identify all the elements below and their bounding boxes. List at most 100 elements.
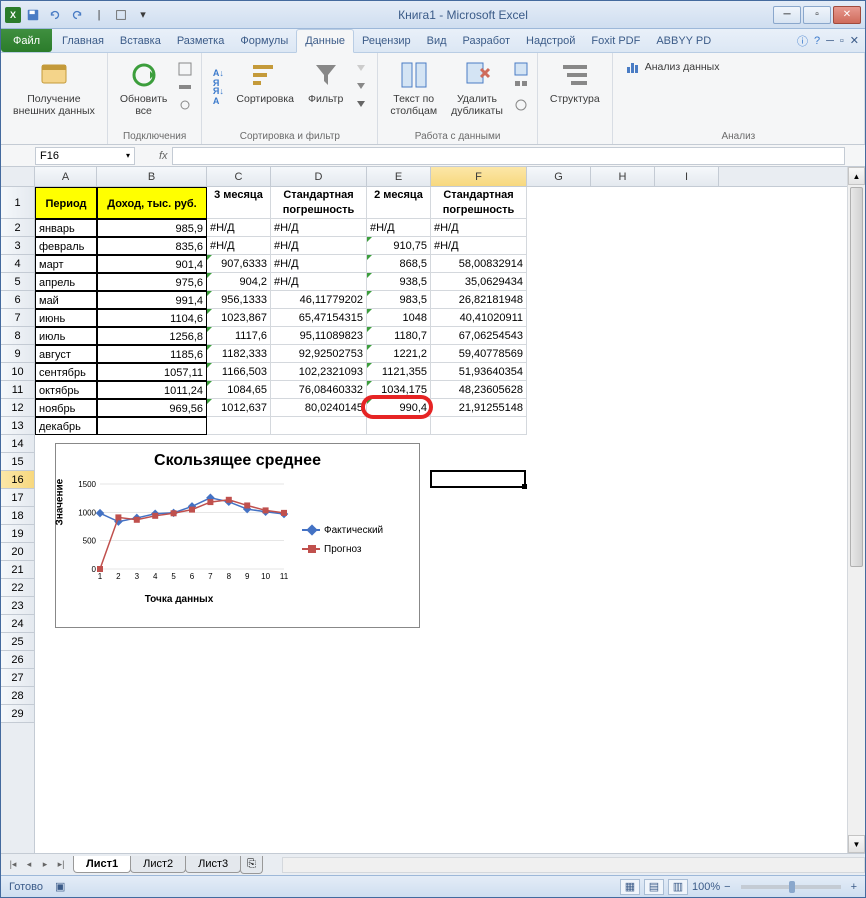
cell-E2[interactable]: #Н/Д	[367, 219, 431, 237]
vertical-scrollbar[interactable]: ▲ ▼	[847, 167, 865, 853]
cell-E3[interactable]: 910,75	[367, 237, 431, 255]
cell-F6[interactable]: 26,82181948	[431, 291, 527, 309]
cell-F2[interactable]: #Н/Д	[431, 219, 527, 237]
horizontal-scrollbar[interactable]	[282, 857, 865, 873]
doc-minimize[interactable]: ─	[826, 35, 834, 47]
row-header-23[interactable]: 23	[1, 597, 34, 615]
qat-dropdown[interactable]: ▾	[133, 5, 153, 25]
cell-D4[interactable]: #Н/Д	[271, 255, 367, 273]
sheet-tab-new[interactable]: ⎘	[240, 856, 263, 874]
cell-A6[interactable]: май	[35, 291, 97, 309]
cell-B11[interactable]: 1011,24	[97, 381, 207, 399]
get-external-data-button[interactable]: Получение внешних данных	[9, 57, 99, 119]
cell-C2[interactable]: #Н/Д	[207, 219, 271, 237]
formula-input[interactable]	[172, 147, 845, 165]
row-header-3[interactable]: 3	[1, 237, 34, 255]
cell-D3[interactable]: #Н/Д	[271, 237, 367, 255]
tab-nav-next[interactable]: ▸	[37, 859, 53, 870]
cell-B5[interactable]: 975,6	[97, 273, 207, 291]
cell-B7[interactable]: 1104,6	[97, 309, 207, 327]
row-header-20[interactable]: 20	[1, 543, 34, 561]
cell-C4[interactable]: 907,6333	[207, 255, 271, 273]
col-header-I[interactable]: I	[655, 167, 719, 186]
cell-E7[interactable]: 1048	[367, 309, 431, 327]
tab-formulas[interactable]: Формулы	[232, 29, 296, 52]
cell-D6[interactable]: 46,11779202	[271, 291, 367, 309]
clear-icon[interactable]	[353, 61, 369, 77]
qat-preview[interactable]	[111, 5, 131, 25]
cell-D13[interactable]	[271, 417, 367, 435]
advanced-icon[interactable]	[353, 97, 369, 113]
scroll-down-button[interactable]: ▼	[848, 835, 865, 853]
select-all-corner[interactable]	[1, 167, 35, 187]
refresh-all-button[interactable]: Обновить все	[116, 57, 172, 119]
scroll-thumb[interactable]	[850, 187, 863, 567]
row-header-25[interactable]: 25	[1, 633, 34, 651]
cell-A8[interactable]: июль	[35, 327, 97, 345]
cell-D2[interactable]: #Н/Д	[271, 219, 367, 237]
reapply-icon[interactable]	[353, 79, 369, 95]
tab-addins[interactable]: Надстрой	[518, 29, 583, 52]
row-header-1[interactable]: 1	[1, 187, 34, 219]
remove-duplicates-button[interactable]: Удалить дубликаты	[447, 57, 507, 119]
cell-E6[interactable]: 983,5	[367, 291, 431, 309]
sort-az-icon[interactable]: А↓Я	[210, 70, 226, 86]
tab-nav-first[interactable]: |◂	[5, 859, 21, 870]
row-header-22[interactable]: 22	[1, 579, 34, 597]
cell-A7[interactable]: июнь	[35, 309, 97, 327]
cell-A10[interactable]: сентябрь	[35, 363, 97, 381]
cell-F12[interactable]: 21,91255148	[431, 399, 527, 417]
cell-A2[interactable]: январь	[35, 219, 97, 237]
cell-B1[interactable]: Доход, тыс. руб.	[97, 187, 207, 219]
row-header-12[interactable]: 12	[1, 399, 34, 417]
cell-D9[interactable]: 92,92502753	[271, 345, 367, 363]
sort-button[interactable]: Сортировка	[232, 57, 298, 107]
row-header-26[interactable]: 26	[1, 651, 34, 669]
cell-B10[interactable]: 1057,11	[97, 363, 207, 381]
row-header-4[interactable]: 4	[1, 255, 34, 273]
maximize-button[interactable]: ▫	[803, 6, 831, 24]
tab-layout[interactable]: Разметка	[169, 29, 233, 52]
col-header-F[interactable]: F	[431, 167, 527, 186]
what-if-icon[interactable]	[513, 97, 529, 113]
cell-E4[interactable]: 868,5	[367, 255, 431, 273]
cell-C7[interactable]: 1023,867	[207, 309, 271, 327]
tab-view[interactable]: Вид	[419, 29, 455, 52]
row-header-10[interactable]: 10	[1, 363, 34, 381]
help-icon[interactable]: ⓘ	[797, 33, 808, 49]
cell-D10[interactable]: 102,2321093	[271, 363, 367, 381]
qat-save[interactable]	[23, 5, 43, 25]
edit-links-icon[interactable]	[177, 97, 193, 113]
cell-D11[interactable]: 76,08460332	[271, 381, 367, 399]
cell-B4[interactable]: 901,4	[97, 255, 207, 273]
cell-A11[interactable]: октябрь	[35, 381, 97, 399]
chart-object[interactable]: Скользящее среднее Значение 050010001500…	[55, 443, 420, 628]
cell-E9[interactable]: 1221,2	[367, 345, 431, 363]
cell-C8[interactable]: 1117,6	[207, 327, 271, 345]
connections-icon[interactable]	[177, 61, 193, 77]
row-header-27[interactable]: 27	[1, 669, 34, 687]
cell-E8[interactable]: 1180,7	[367, 327, 431, 345]
qat-undo[interactable]	[45, 5, 65, 25]
cell-C12[interactable]: 1012,637	[207, 399, 271, 417]
outline-button[interactable]: Структура	[546, 57, 604, 107]
cell-A5[interactable]: апрель	[35, 273, 97, 291]
minimize-button[interactable]: ─	[773, 6, 801, 24]
file-tab[interactable]: Файл	[1, 29, 52, 52]
row-header-15[interactable]: 15	[1, 453, 34, 471]
cell-F5[interactable]: 35,0629434	[431, 273, 527, 291]
tab-insert[interactable]: Вставка	[112, 29, 169, 52]
row-header-5[interactable]: 5	[1, 273, 34, 291]
cell-E10[interactable]: 1121,355	[367, 363, 431, 381]
cell-A1[interactable]: Период	[35, 187, 97, 219]
cell-F13[interactable]	[431, 417, 527, 435]
row-header-21[interactable]: 21	[1, 561, 34, 579]
col-header-C[interactable]: C	[207, 167, 271, 186]
doc-restore[interactable]: ▫	[840, 35, 844, 47]
cell-D8[interactable]: 95,11089823	[271, 327, 367, 345]
zoom-in[interactable]: +	[851, 881, 857, 893]
cell-A4[interactable]: март	[35, 255, 97, 273]
tab-home[interactable]: Главная	[54, 29, 112, 52]
cell-E1[interactable]: 2 месяца	[367, 187, 431, 219]
properties-icon[interactable]	[177, 79, 193, 95]
